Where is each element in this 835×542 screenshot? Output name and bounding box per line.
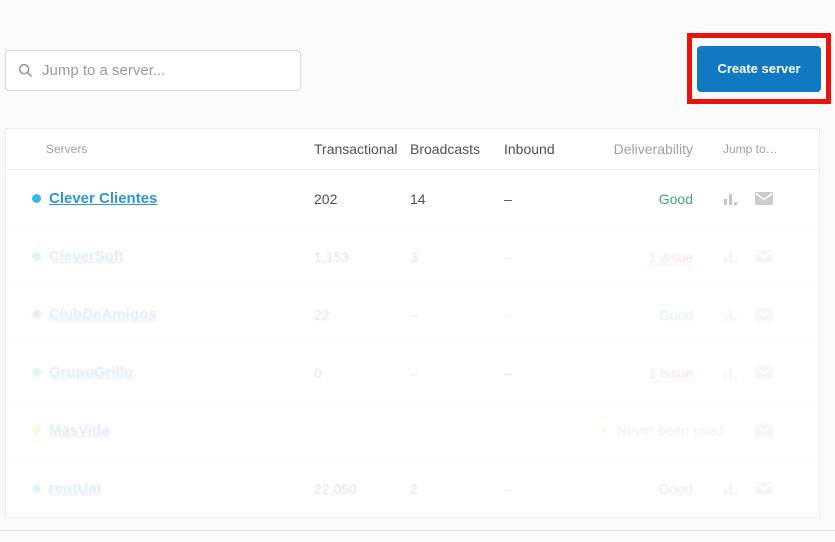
broadcasts-count: 2 — [410, 480, 418, 497]
inbound-count: – — [504, 248, 512, 265]
server-search — [5, 50, 301, 91]
transactional-count: 22 — [314, 306, 330, 323]
deliverability-status: 1 issue — [648, 248, 693, 266]
server-status-dot — [32, 426, 41, 435]
inbound-count: – — [504, 306, 512, 323]
search-input[interactable] — [42, 62, 288, 79]
stats-icon[interactable] — [723, 192, 739, 206]
column-header-broadcasts: Broadcasts — [410, 141, 481, 157]
column-header-servers: Servers — [46, 142, 88, 156]
table-row: GrupoGrillo 0 – – ✦ 1 issue — [6, 343, 819, 401]
email-icon[interactable] — [755, 192, 773, 205]
stats-icon[interactable] — [723, 250, 739, 264]
column-header-jump-to: Jump to… — [723, 142, 778, 156]
search-icon — [18, 63, 33, 78]
deliverability-status: Good — [658, 190, 693, 207]
server-name-link[interactable]: ClubDeAmigos — [49, 306, 157, 323]
transactional-count: 0 — [314, 364, 322, 381]
broadcasts-count: – — [410, 364, 418, 381]
table-row: MasVida ✦ Never been used — [6, 401, 819, 459]
deliverability-status: 1 issue — [648, 364, 693, 382]
server-status-dot — [32, 252, 41, 261]
transactional-count: 22,050 — [314, 480, 357, 497]
server-name-link[interactable]: MasVida — [49, 422, 110, 439]
server-status-dot — [32, 368, 41, 377]
server-status-dot — [32, 310, 41, 319]
table-row: ClubDeAmigos 22 – – ✦ Good — [6, 285, 819, 343]
email-icon[interactable] — [755, 424, 773, 437]
servers-table: Servers Transactional Broadcasts Inbound… — [5, 128, 820, 518]
server-name-link[interactable]: Clever Clientes — [49, 190, 157, 207]
server-status-dot — [32, 484, 41, 493]
email-icon[interactable] — [755, 250, 773, 263]
table-row: Clever Clientes 202 14 – ✦ Good — [6, 169, 819, 227]
column-header-deliverability: Deliverability — [613, 141, 693, 157]
server-status-dot — [32, 194, 41, 203]
stats-icon[interactable] — [723, 482, 739, 496]
inbound-count: – — [504, 364, 512, 381]
server-name-link[interactable]: GrupoGrillo — [49, 364, 133, 381]
sparkle-icon: ✦ — [598, 423, 609, 438]
broadcasts-count: 3 — [410, 248, 418, 265]
server-name-link[interactable]: CleverSoft — [49, 248, 124, 265]
broadcasts-count: 14 — [410, 190, 426, 207]
table-row: CleverSoft 1,153 3 – ✦ 1 issue — [6, 227, 819, 285]
column-header-transactional: Transactional — [314, 141, 398, 157]
email-icon[interactable] — [755, 366, 773, 379]
table-header-row: Servers Transactional Broadcasts Inbound… — [6, 129, 819, 169]
broadcasts-count: – — [410, 306, 418, 323]
server-name-link[interactable]: rentUat — [49, 480, 102, 497]
inbound-count: – — [504, 190, 512, 207]
email-icon[interactable] — [755, 308, 773, 321]
create-server-button[interactable]: Create server — [697, 45, 821, 92]
table-row: rentUat 22,050 2 – ✦ Good — [6, 459, 819, 517]
transactional-count: 202 — [314, 190, 338, 207]
page-bottom-divider — [0, 530, 835, 531]
email-icon[interactable] — [755, 482, 773, 495]
inbound-count: – — [504, 480, 512, 497]
deliverability-status: Good — [658, 480, 693, 497]
stats-icon[interactable] — [723, 366, 739, 380]
stats-icon[interactable] — [723, 308, 739, 322]
transactional-count: 1,153 — [314, 248, 350, 265]
column-header-inbound: Inbound — [504, 141, 555, 157]
annotation-highlight: Create server — [687, 33, 831, 104]
deliverability-status: Good — [658, 306, 693, 323]
